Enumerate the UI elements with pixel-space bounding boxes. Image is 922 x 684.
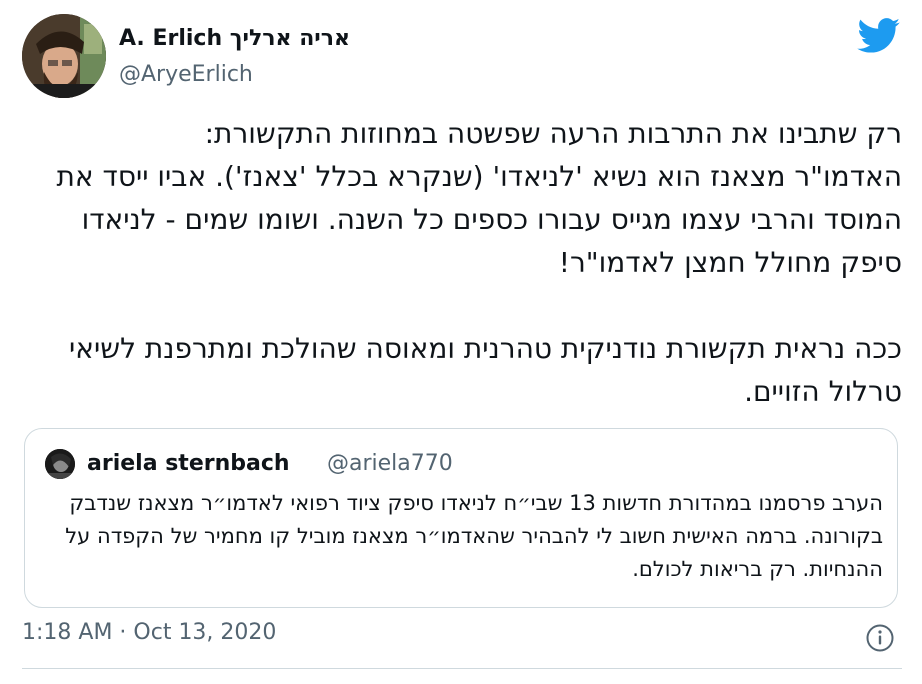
author-display-name[interactable]: A. Erlich אריה ארליך	[119, 26, 350, 51]
quoted-tweet-text: הערב פרסמנו במהדורת חדשות 13 שבי״ח לניאד…	[58, 491, 883, 581]
info-icon[interactable]	[865, 623, 895, 653]
bottom-divider	[22, 668, 902, 669]
tweet-text: רק שתבינו את התרבות הרעה שפשטה במחוזות ה…	[56, 117, 902, 408]
tweet-timestamp[interactable]: 1:18 AM · Oct 13, 2020	[22, 620, 276, 645]
twitter-bird-icon[interactable]	[857, 18, 901, 54]
quoted-author-name[interactable]: ariela sternbach	[87, 451, 290, 476]
author-avatar[interactable]	[22, 14, 106, 98]
quoted-tweet-card[interactable]: ariela sternbach @ariela770 הערב פרסמנו …	[24, 428, 898, 608]
quoted-author-handle[interactable]: @ariela770	[327, 451, 453, 476]
author-handle[interactable]: @AryeErlich	[119, 62, 253, 87]
quoted-author-avatar[interactable]	[45, 449, 75, 479]
